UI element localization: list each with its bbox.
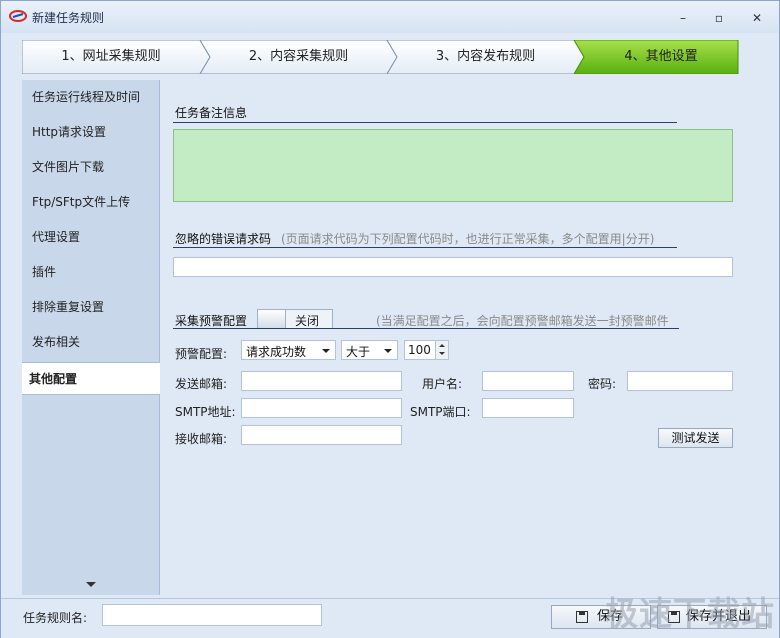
ignore-errors-divider xyxy=(173,247,677,248)
chevron-down-icon xyxy=(384,349,392,353)
title-bar: 新建任务规则 – ▫ ✕ xyxy=(1,1,779,33)
smtp-address-label: SMTP地址: xyxy=(175,405,236,419)
step-other-settings[interactable]: 4、其他设置 xyxy=(584,40,738,74)
spin-up-icon[interactable] xyxy=(439,344,445,347)
password-label: 密码: xyxy=(588,377,617,391)
toggle-label: 关闭 xyxy=(295,314,320,328)
nav-ftp-upload[interactable]: Ftp/SFtp文件上传 xyxy=(22,186,160,219)
nav-http-request[interactable]: Http请求设置 xyxy=(22,116,160,149)
nav-publish[interactable]: 发布相关 xyxy=(22,326,160,359)
watermark: 极速下载站 xyxy=(605,594,775,633)
receiver-email-input[interactable] xyxy=(241,425,402,445)
ignore-errors-input[interactable] xyxy=(173,257,733,277)
nav-dedupe[interactable]: 排除重复设置 xyxy=(22,291,160,324)
alert-title: 采集预警配置 xyxy=(175,314,248,328)
nav-file-download[interactable]: 文件图片下载 xyxy=(22,151,160,184)
username-label: 用户名: xyxy=(422,377,463,391)
sender-email-input[interactable] xyxy=(241,371,402,391)
other-config-panel: 任务备注信息 忽略的错误请求码 (页面请求代码为下列配置代码时，也进行正常采集，… xyxy=(160,80,750,595)
alert-toggle[interactable]: 关闭 xyxy=(257,309,333,329)
ignore-errors-title: 忽略的错误请求码 xyxy=(175,232,272,246)
test-send-button[interactable]: 测试发送 xyxy=(658,428,733,448)
spin-down-icon[interactable] xyxy=(439,352,445,355)
chevron-down-icon xyxy=(322,349,330,353)
step-content-rules[interactable]: 2、内容采集规则 xyxy=(210,40,387,74)
maximize-button[interactable]: ▫ xyxy=(709,9,729,27)
operator-select-value: 大于 xyxy=(346,345,371,359)
task-rule-window: 新建任务规则 – ▫ ✕ 1、网址采集规则 2、内容采集规则 3、内容发布规则 … xyxy=(0,0,780,638)
toggle-knob xyxy=(258,310,286,328)
alert-config-label: 预警配置: xyxy=(175,347,228,361)
password-input[interactable] xyxy=(627,371,733,391)
condition-select-value: 请求成功数 xyxy=(246,345,307,359)
nav-plugins[interactable]: 插件 xyxy=(22,256,160,289)
operator-select[interactable]: 大于 xyxy=(341,340,398,360)
minimize-button[interactable]: – xyxy=(673,9,693,27)
memo-title: 任务备注信息 xyxy=(175,106,248,120)
condition-select[interactable]: 请求成功数 xyxy=(241,340,336,360)
smtp-port-input[interactable] xyxy=(482,398,574,418)
stepper-buttons[interactable] xyxy=(435,341,448,359)
threshold-value: 100 xyxy=(408,343,431,357)
close-button[interactable]: ✕ xyxy=(747,9,767,27)
rule-name-label: 任务规则名: xyxy=(23,611,88,625)
app-logo-icon xyxy=(9,10,27,22)
window-title: 新建任务规则 xyxy=(32,11,105,25)
alert-hint: (当满足配置之后，会向配置预警邮箱发送一封预警邮件 xyxy=(376,314,669,328)
memo-textarea[interactable] xyxy=(173,129,733,202)
threshold-stepper[interactable]: 100 xyxy=(404,340,449,360)
ignore-errors-hint: (页面请求代码为下列配置代码时，也进行正常采集，多个配置用|分开) xyxy=(281,232,655,246)
nav-thread-time[interactable]: 任务运行线程及时间 xyxy=(22,81,160,114)
username-input[interactable] xyxy=(482,371,574,391)
alert-divider xyxy=(173,328,679,329)
settings-nav: 任务运行线程及时间 Http请求设置 文件图片下载 Ftp/SFtp文件上传 代… xyxy=(22,80,160,595)
scroll-down-icon[interactable] xyxy=(86,582,96,587)
memo-divider xyxy=(173,122,677,123)
smtp-address-input[interactable] xyxy=(241,398,402,418)
save-icon xyxy=(576,611,588,623)
smtp-port-label: SMTP端口: xyxy=(410,405,471,419)
step-tabs: 1、网址采集规则 2、内容采集规则 3、内容发布规则 4、其他设置 xyxy=(22,40,739,74)
nav-proxy[interactable]: 代理设置 xyxy=(22,221,160,254)
receiver-email-label: 接收邮箱: xyxy=(175,432,228,446)
sender-email-label: 发送邮箱: xyxy=(175,377,228,391)
step-publish-rules[interactable]: 3、内容发布规则 xyxy=(397,40,574,74)
step-url-rules[interactable]: 1、网址采集规则 xyxy=(22,40,200,74)
nav-other-config[interactable]: 其他配置 xyxy=(22,362,160,395)
rule-name-input[interactable] xyxy=(102,604,322,626)
